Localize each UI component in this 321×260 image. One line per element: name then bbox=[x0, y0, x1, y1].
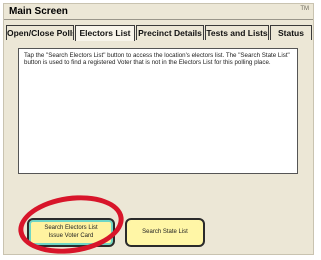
window-title: Main Screen bbox=[9, 6, 68, 17]
search-state-label: Search State List bbox=[142, 228, 188, 235]
tab-precinct-details[interactable]: Precinct Details bbox=[136, 25, 204, 40]
tab-tests-and-lists[interactable]: Tests and Lists bbox=[205, 25, 269, 40]
instructions-panel: Tap the "Search Electors List" button to… bbox=[18, 48, 298, 174]
tab-open-close-polls[interactable]: Open/Close Polls bbox=[6, 25, 74, 40]
device-screen: Main Screen TM Open/Close Polls Electors… bbox=[3, 3, 314, 260]
corner-mark: TM bbox=[300, 6, 309, 12]
tab-status[interactable]: Status bbox=[270, 25, 312, 40]
tab-electors-list[interactable]: Electors List bbox=[75, 25, 135, 41]
search-electors-label: Search Electors List bbox=[44, 225, 98, 231]
search-state-list-button[interactable]: Search State List bbox=[125, 218, 205, 247]
issue-voter-card-label: Issue Voter Card bbox=[48, 232, 94, 239]
tab-bar: Open/Close Polls Electors List Precinct … bbox=[6, 25, 312, 41]
search-electors-list-button[interactable]: Search Electors List Issue Voter Card bbox=[27, 218, 115, 247]
title-bar: Main Screen TM bbox=[4, 4, 313, 20]
instructions-text: Tap the "Search Electors List" button to… bbox=[24, 52, 290, 67]
